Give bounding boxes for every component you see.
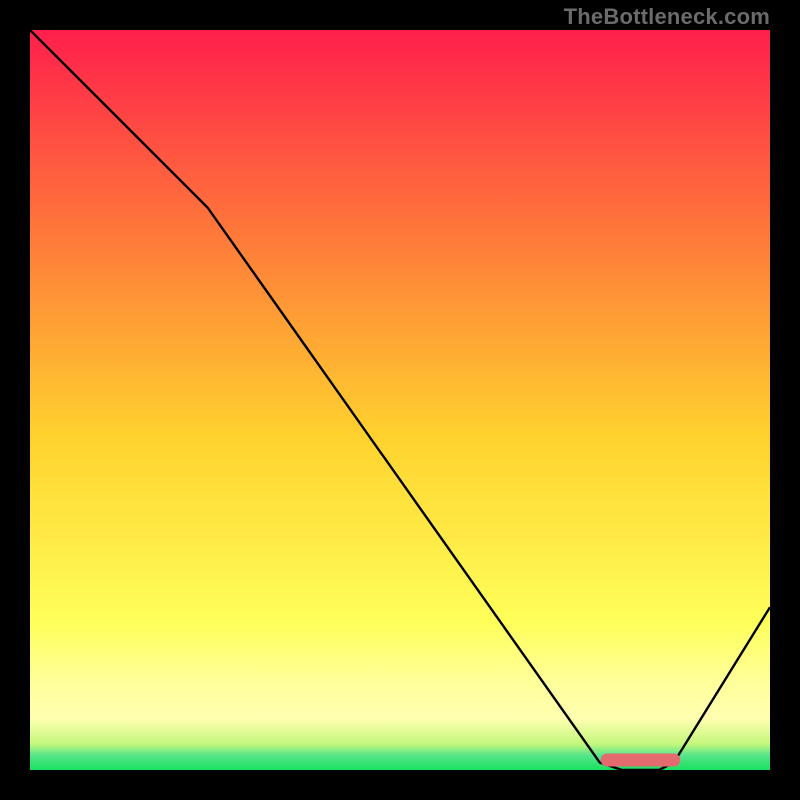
attribution-label: TheBottleneck.com	[564, 4, 770, 30]
bottleneck-chart	[30, 30, 770, 770]
chart-frame: TheBottleneck.com	[0, 0, 800, 800]
plot-area	[30, 30, 770, 770]
